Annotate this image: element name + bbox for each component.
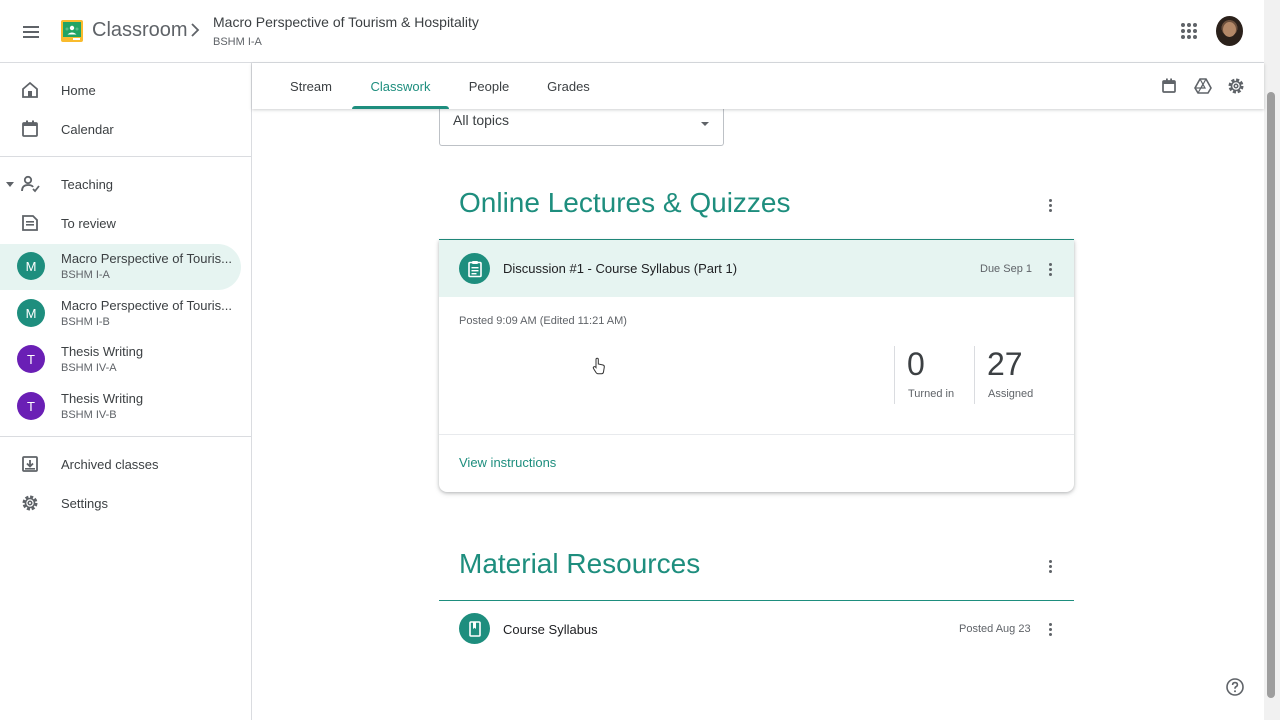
- gear-icon: [20, 493, 40, 513]
- topic-filter-select[interactable]: All topics: [439, 103, 724, 146]
- assignment-due-date: Due Sep 1: [980, 263, 1032, 275]
- dropdown-arrow-icon: [701, 122, 709, 126]
- assignment-icon: [459, 253, 490, 284]
- topic-divider: [439, 600, 1074, 601]
- sidebar-class-item[interactable]: T Thesis Writing BSHM IV-A: [0, 337, 241, 383]
- topic-filter-value: All topics: [453, 112, 510, 128]
- topic-more-icon[interactable]: [1040, 195, 1060, 215]
- archive-icon: [20, 454, 40, 474]
- calendar-icon[interactable]: [1159, 76, 1179, 96]
- class-initial-avatar: M: [17, 252, 45, 280]
- sidebar-item-to-review[interactable]: To review: [0, 204, 251, 242]
- sidebar-divider: [0, 156, 251, 157]
- app-title[interactable]: Classroom: [92, 19, 188, 42]
- sidebar-item-teaching[interactable]: Teaching: [0, 165, 251, 203]
- class-section: BSHM IV-B: [61, 409, 117, 421]
- tab-classwork[interactable]: Classwork: [352, 63, 449, 109]
- view-instructions-link[interactable]: View instructions: [459, 455, 556, 470]
- stat-divider: [974, 346, 975, 404]
- sidebar-item-home[interactable]: Home: [0, 71, 251, 109]
- topic-more-icon[interactable]: [1040, 556, 1060, 576]
- breadcrumb-chevron-icon: [190, 22, 200, 43]
- calendar-icon: [20, 119, 40, 139]
- tab-grades[interactable]: Grades: [536, 63, 601, 109]
- topic-heading[interactable]: Online Lectures & Quizzes: [459, 187, 791, 219]
- sidebar-item-label: Teaching: [61, 176, 114, 192]
- classwork-main: All topics Online Lectures & Quizzes Dis…: [252, 103, 1264, 720]
- help-icon[interactable]: [1225, 677, 1245, 697]
- sidebar-class-item[interactable]: M Macro Perspective of Touris... BSHM I-…: [0, 244, 241, 290]
- sidebar-item-label: Archived classes: [61, 456, 159, 472]
- app-header: Classroom Macro Perspective of Tourism &…: [0, 0, 1264, 63]
- class-name: Thesis Writing: [61, 344, 144, 359]
- turned-in-label: Turned in: [908, 388, 955, 400]
- account-avatar[interactable]: [1216, 16, 1243, 46]
- assignment-more-icon[interactable]: [1040, 259, 1060, 279]
- assigned-label: Assigned: [988, 388, 1034, 400]
- material-title: Course Syllabus: [503, 622, 598, 637]
- sidebar-item-settings[interactable]: Settings: [0, 484, 251, 522]
- sidebar-item-archived[interactable]: Archived classes: [0, 445, 251, 483]
- topic-heading[interactable]: Material Resources: [459, 548, 700, 580]
- material-posted-date: Posted Aug 23: [959, 623, 1031, 635]
- main-menu-icon[interactable]: [18, 19, 44, 45]
- assigned-count[interactable]: 27: [987, 346, 1023, 383]
- class-section: BSHM I-A: [213, 36, 262, 48]
- class-initial-avatar: M: [17, 299, 45, 327]
- sidebar-item-calendar[interactable]: Calendar: [0, 110, 251, 148]
- class-section: BSHM I-B: [61, 316, 110, 328]
- to-review-icon: [20, 213, 40, 233]
- card-divider: [439, 434, 1074, 435]
- sidebar: Home Calendar Teaching To review M Macro…: [0, 63, 252, 720]
- gear-icon[interactable]: [1226, 76, 1246, 96]
- assignment-card: Discussion #1 - Course Syllabus (Part 1)…: [439, 240, 1074, 492]
- class-initial-avatar: T: [17, 345, 45, 373]
- collapse-caret-icon[interactable]: [6, 182, 14, 187]
- posted-timestamp: Posted 9:09 AM (Edited 11:21 AM): [459, 315, 627, 327]
- sidebar-divider: [0, 436, 251, 437]
- stat-divider: [894, 346, 895, 404]
- class-name: Thesis Writing: [61, 391, 144, 406]
- sidebar-class-item[interactable]: T Thesis Writing BSHM IV-B: [0, 384, 241, 430]
- assignment-row[interactable]: Discussion #1 - Course Syllabus (Part 1)…: [439, 240, 1074, 297]
- classroom-logo[interactable]: [61, 20, 83, 42]
- class-name: Macro Perspective of Touris...: [61, 298, 232, 313]
- class-initial-avatar: T: [17, 392, 45, 420]
- class-section: BSHM I-A: [61, 269, 110, 281]
- sidebar-item-label: Home: [61, 82, 96, 98]
- class-tab-bar: Stream Classwork People Grades: [252, 63, 1264, 109]
- material-more-icon[interactable]: [1040, 619, 1060, 639]
- class-section: BSHM IV-A: [61, 362, 117, 374]
- assignment-title: Discussion #1 - Course Syllabus (Part 1): [503, 261, 738, 276]
- scrollbar-thumb[interactable]: [1267, 92, 1275, 698]
- hand-cursor-icon: [592, 357, 606, 375]
- sidebar-item-label: To review: [61, 215, 116, 231]
- sidebar-class-item[interactable]: M Macro Perspective of Touris... BSHM I-…: [0, 291, 241, 337]
- sidebar-item-label: Calendar: [61, 121, 114, 137]
- home-icon: [20, 80, 40, 100]
- google-apps-icon[interactable]: [1178, 20, 1200, 42]
- material-icon: [459, 613, 490, 644]
- turned-in-count[interactable]: 0: [907, 346, 925, 383]
- teaching-icon: [20, 174, 40, 194]
- drive-icon[interactable]: [1193, 76, 1213, 96]
- tab-stream[interactable]: Stream: [279, 63, 343, 109]
- tab-people[interactable]: People: [458, 63, 520, 109]
- class-title: Macro Perspective of Tourism & Hospitali…: [213, 14, 479, 30]
- page-scrollbar[interactable]: [1264, 0, 1280, 720]
- sidebar-item-label: Settings: [61, 495, 108, 511]
- class-name: Macro Perspective of Touris...: [61, 251, 232, 266]
